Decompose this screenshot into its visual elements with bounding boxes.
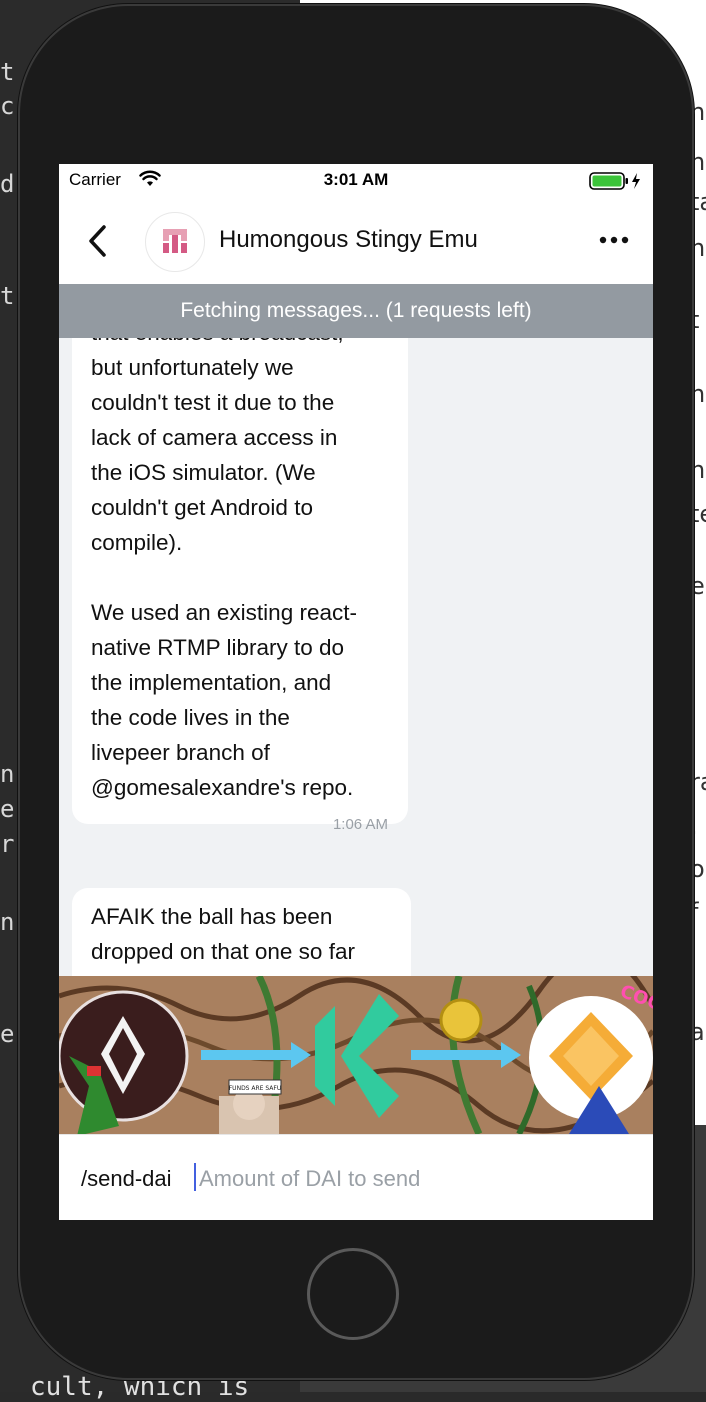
message-line: We used an existing react- (91, 600, 357, 625)
bg-code-fragment: n (0, 760, 15, 788)
message-line: livepeer branch of (91, 740, 270, 765)
chat-header: Humongous Stingy Emu (59, 198, 653, 284)
identicon-icon (163, 229, 187, 253)
message-line: lack of camera access in (91, 425, 338, 450)
chat-avatar[interactable] (145, 212, 205, 272)
battery-charging-icon (589, 172, 640, 190)
message-line: that enables a broadcast, (91, 338, 344, 346)
message-line: compile). (91, 530, 183, 555)
bg-code-fragment: t (0, 58, 15, 86)
amount-input-placeholder[interactable]: Amount of DAI to send (199, 1166, 420, 1192)
message-timestamp: 1:06 AM (332, 816, 388, 833)
message-list[interactable]: that enables a broadcast, but unfortunat… (59, 338, 653, 976)
text-cursor (194, 1163, 196, 1191)
status-time: 3:01 AM (323, 170, 389, 189)
message-line: @gomesalexandre's repo. (91, 775, 354, 800)
message-line: but unfortunately we (91, 355, 294, 380)
sticker-illustration: FUNDS ARE SAFU COOL (59, 976, 653, 1134)
send-dai-sticker-image: FUNDS ARE SAFU COOL (59, 976, 653, 1134)
status-bar: Carrier 3:01 AM (59, 164, 653, 198)
more-options-icon[interactable] (599, 236, 629, 244)
fetching-banner: Fetching messages... (1 requests left) (59, 284, 653, 338)
back-chevron-icon[interactable] (87, 224, 109, 258)
home-button[interactable] (307, 1248, 399, 1340)
bg-code-fragment: t (0, 282, 15, 310)
bg-code-fragment: r (0, 830, 15, 858)
message-line: the implementation, and (91, 670, 332, 695)
message-line: couldn't get Android to (91, 495, 313, 520)
message-line: the code lives in the (91, 705, 290, 730)
bg-code-fragment: c (0, 92, 15, 120)
chat-title: Humongous Stingy Emu (219, 226, 478, 253)
message-line: couldn't test it due to the (91, 390, 335, 415)
bg-code-fragment: e (0, 1020, 15, 1048)
bg-code-fragment: d (0, 170, 15, 198)
command-text: /send-dai (81, 1166, 172, 1191)
message-line: dropped on that one so far (91, 939, 355, 964)
message-line: AFAIK the ball has been (91, 904, 333, 929)
bg-code-fragment: e (0, 795, 15, 823)
app-screen: Carrier 3:01 AM Humongous Stingy Emu Fet… (59, 164, 653, 1220)
bg-code-fragment: n (0, 908, 15, 936)
message-line: the iOS simulator. (We (91, 460, 316, 485)
message-bubble[interactable]: that enables a broadcast, but unfortunat… (72, 338, 408, 833)
message-line: native RTMP library to do (91, 635, 345, 660)
message-input-area[interactable]: /send-dai Amount of DAI to send (59, 1134, 653, 1220)
message-bubble[interactable]: AFAIK the ball has been dropped on that … (72, 888, 411, 976)
sticker-caption: FUNDS ARE SAFU (229, 1085, 282, 1092)
